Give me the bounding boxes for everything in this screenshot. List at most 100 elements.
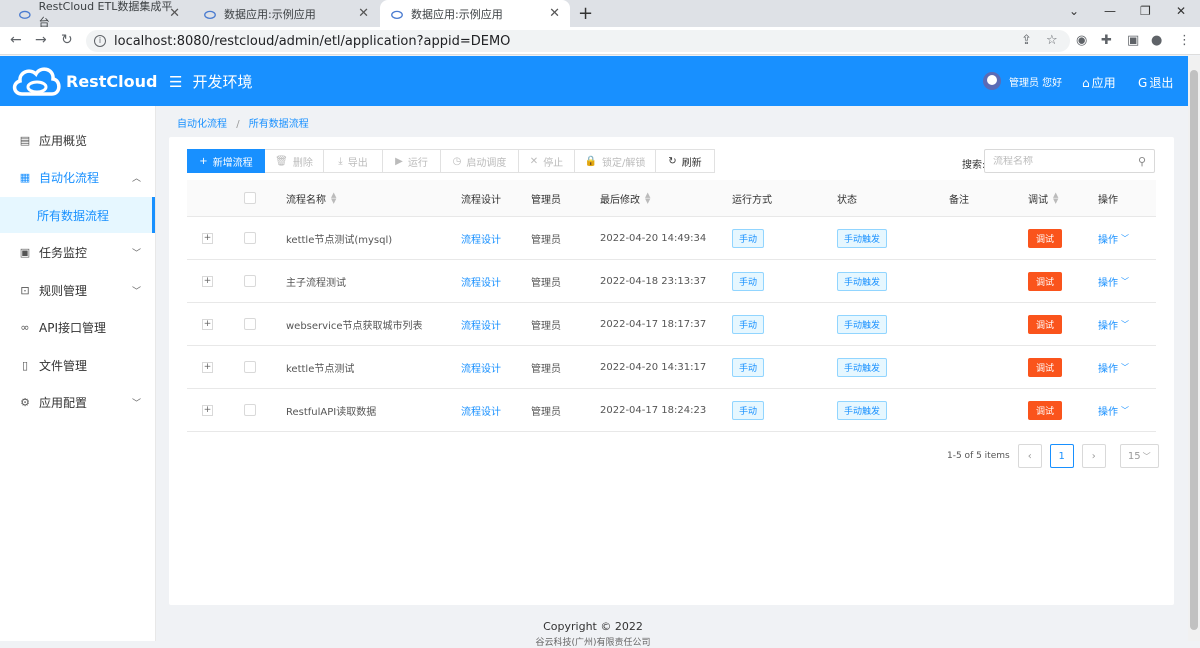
expand-icon[interactable]: + [202, 361, 213, 373]
debug-button[interactable]: 调试 [1028, 271, 1063, 291]
flow-modified: 2022-04-17 18:24:23 [600, 404, 707, 416]
logout-link[interactable]: G 退出 [1138, 74, 1173, 91]
button-label: 停止 [543, 157, 564, 169]
flow-design-link[interactable]: 流程设计 [461, 274, 501, 289]
button-label: 导出 [347, 157, 368, 169]
page-button[interactable]: 1 [1049, 444, 1074, 468]
grid-icon: ▦ [19, 170, 31, 184]
chevron-down-icon: ﹀ [131, 248, 141, 259]
minimize-icon[interactable]: — [1104, 4, 1116, 18]
schedule-button[interactable]: ◷ 启动调度 [441, 149, 519, 173]
new-flow-button[interactable]: + 新增流程 [187, 149, 265, 173]
expand-icon[interactable]: + [202, 318, 213, 330]
flow-design-link[interactable]: 流程设计 [461, 317, 501, 332]
column-header-debug[interactable]: 调试 ▲ ▼ [1028, 180, 1058, 216]
sidebar-item-files[interactable]: ▯ 文件管理 [0, 347, 155, 383]
column-header-modified[interactable]: 最后修改 ▲ ▼ [600, 180, 650, 216]
play-icon: ▶ [395, 155, 403, 167]
row-checkbox[interactable] [244, 232, 256, 244]
flow-modified: 2022-04-18 23:13:37 [600, 275, 707, 287]
debug-button[interactable]: 调试 [1028, 228, 1063, 248]
ops-dropdown[interactable]: 操作 ﹀ [1098, 217, 1129, 259]
browser-tab-1[interactable]: RestCloud ETL数据集成平台 ✕ [8, 0, 190, 29]
info-icon[interactable]: i [94, 35, 106, 47]
row-checkbox[interactable] [244, 404, 256, 416]
stop-button[interactable]: ✕ 停止 [519, 149, 575, 173]
ops-label: 操作 [1098, 320, 1118, 332]
env-label: 开发环境 [192, 73, 253, 91]
row-checkbox[interactable] [244, 318, 256, 330]
flow-modified: 2022-04-17 18:17:37 [600, 318, 707, 330]
sidebar-item-all-flows[interactable]: 所有数据流程 [0, 197, 155, 233]
window-close-icon[interactable]: ✕ [1176, 4, 1186, 18]
chevron-down-icon: ﹀ [1121, 233, 1129, 243]
ops-dropdown[interactable]: 操作 ﹀ [1098, 346, 1129, 388]
prev-page-button[interactable]: ‹ [1017, 444, 1042, 468]
sidebar-item-automation[interactable]: ▦ 自动化流程 ︿ [0, 159, 155, 195]
page-size-value: 15 [1127, 450, 1141, 462]
env-switcher[interactable]: ☰ 开发环境 [169, 71, 252, 92]
new-tab-button[interactable]: + [578, 3, 593, 24]
reload-icon[interactable]: ↻ [61, 32, 73, 48]
flow-design-link[interactable]: 流程设计 [461, 403, 501, 418]
user-menu[interactable]: 管理员 您好 [983, 72, 1062, 90]
back-icon[interactable]: ← [10, 32, 22, 48]
star-icon[interactable]: ☆ [1046, 33, 1058, 48]
table-row: + kettle节点测试(mysql) 流程设计 管理员 2022-04-20 … [187, 217, 1156, 260]
page-size-select[interactable]: 15 ﹀ [1119, 444, 1159, 468]
more-icon[interactable]: ⋮ [1178, 33, 1191, 48]
forward-icon[interactable]: → [35, 32, 47, 48]
sidebar-item-overview[interactable]: ▤ 应用概览 [0, 122, 155, 158]
app-link[interactable]: ⌂ 应用 [1082, 74, 1116, 91]
sidebar-item-monitor[interactable]: ▣ 任务监控 ﹀ [0, 234, 155, 270]
search-icon[interactable]: ⚲ [1138, 155, 1146, 168]
monitor-icon: ▣ [19, 245, 31, 259]
flow-design-link[interactable]: 流程设计 [461, 360, 501, 375]
close-icon[interactable]: ✕ [549, 6, 560, 21]
close-icon[interactable]: ✕ [169, 6, 180, 21]
ops-dropdown[interactable]: 操作 ﹀ [1098, 260, 1129, 302]
expand-icon[interactable]: + [202, 404, 213, 416]
debug-button[interactable]: 调试 [1028, 357, 1063, 377]
record-icon[interactable]: ◉ [1076, 33, 1087, 48]
restore-icon[interactable]: ❐ [1140, 4, 1151, 18]
next-page-button[interactable]: › [1081, 444, 1106, 468]
flow-design-link[interactable]: 流程设计 [461, 231, 501, 246]
export-button[interactable]: ⤓ 导出 [324, 149, 383, 173]
search-input[interactable] [993, 155, 1133, 167]
logo[interactable]: RestCloud [10, 64, 157, 98]
column-header-name[interactable]: 流程名称 ▲ ▼ [286, 180, 336, 216]
profile-icon[interactable]: ● [1151, 33, 1162, 48]
sidebar-item-rules[interactable]: ⊡ 规则管理 ﹀ [0, 272, 155, 308]
close-icon[interactable]: ✕ [358, 6, 369, 21]
breadcrumb-parent[interactable]: 自动化流程 [177, 119, 227, 130]
browser-tab-2[interactable]: 数据应用:示例应用 ✕ [193, 0, 379, 27]
expand-icon[interactable]: + [202, 275, 213, 287]
sidepanel-icon[interactable]: ▣ [1127, 33, 1139, 48]
url-field[interactable]: i localhost:8080/restcloud/admin/etl/app… [86, 30, 1070, 52]
scrollbar[interactable] [1188, 56, 1200, 641]
refresh-button[interactable]: ↻ 刷新 [656, 149, 715, 173]
chevron-down-icon[interactable]: ⌄ [1069, 4, 1079, 18]
chevron-down-icon: ﹀ [131, 286, 141, 297]
debug-button[interactable]: 调试 [1028, 314, 1063, 334]
debug-button[interactable]: 调试 [1028, 400, 1063, 420]
sidebar-item-api[interactable]: ∞ API接口管理 [0, 309, 155, 345]
lock-button[interactable]: 🔒 锁定/解锁 [575, 149, 656, 173]
sidebar-item-settings[interactable]: ⚙ 应用配置 ﹀ [0, 384, 155, 420]
logout-label: 退出 [1149, 76, 1174, 90]
expand-icon[interactable]: + [202, 232, 213, 244]
row-checkbox[interactable] [244, 275, 256, 287]
delete-button[interactable]: 🗑 删除 [265, 149, 324, 173]
clock-icon: ◷ [452, 155, 462, 167]
scrollbar-thumb[interactable] [1190, 70, 1198, 630]
ops-dropdown[interactable]: 操作 ﹀ [1098, 389, 1129, 431]
extensions-icon[interactable]: ✚ [1101, 33, 1112, 48]
share-icon[interactable]: ⇪ [1021, 33, 1032, 48]
select-all-checkbox[interactable] [244, 192, 256, 204]
run-button[interactable]: ▶ 运行 [383, 149, 441, 173]
ops-dropdown[interactable]: 操作 ﹀ [1098, 303, 1129, 345]
browser-tab-3[interactable]: 数据应用:示例应用 ✕ [380, 0, 570, 27]
row-checkbox[interactable] [244, 361, 256, 373]
menu-icon[interactable]: ☰ [169, 73, 182, 91]
